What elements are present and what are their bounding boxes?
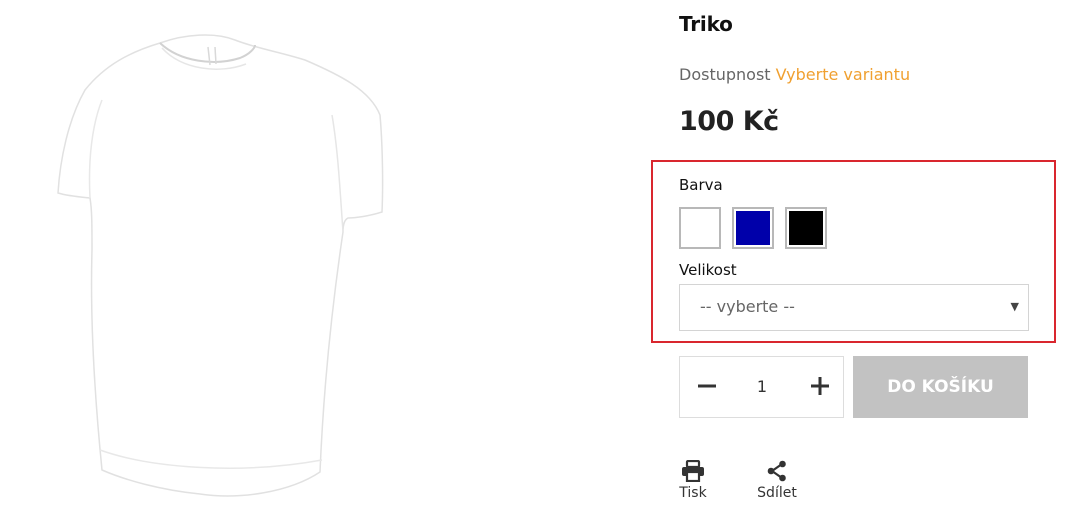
share-button[interactable]: Sdílet xyxy=(756,460,798,501)
chevron-down-icon: ▼ xyxy=(1010,300,1019,313)
color-swatch-white[interactable] xyxy=(679,207,721,249)
quantity-input[interactable]: 1 xyxy=(740,377,784,396)
printer-icon xyxy=(682,460,704,482)
availability: Dostupnost Vyberte variantu xyxy=(679,65,910,84)
quantity-stepper: 1 xyxy=(679,356,844,418)
share-icon xyxy=(767,460,786,482)
print-button[interactable]: Tisk xyxy=(679,460,707,501)
color-swatch-black[interactable] xyxy=(785,207,827,249)
size-select-value: -- vyberte -- xyxy=(700,297,795,316)
product-title: Triko xyxy=(679,12,733,36)
print-label: Tisk xyxy=(679,485,707,501)
color-swatch-blue[interactable] xyxy=(732,207,774,249)
product-price: 100 Kč xyxy=(679,106,779,137)
minus-icon[interactable] xyxy=(695,374,719,398)
availability-label: Dostupnost xyxy=(679,65,771,84)
share-label: Sdílet xyxy=(757,485,797,501)
size-label: Velikost xyxy=(679,261,737,279)
color-label: Barva xyxy=(679,176,723,194)
add-to-cart-button[interactable]: DO KOŠÍKU xyxy=(853,356,1028,418)
availability-value[interactable]: Vyberte variantu xyxy=(776,65,910,84)
product-image[interactable] xyxy=(40,20,420,505)
plus-icon[interactable] xyxy=(808,374,832,398)
size-select[interactable]: -- vyberte -- ▼ xyxy=(679,284,1029,331)
